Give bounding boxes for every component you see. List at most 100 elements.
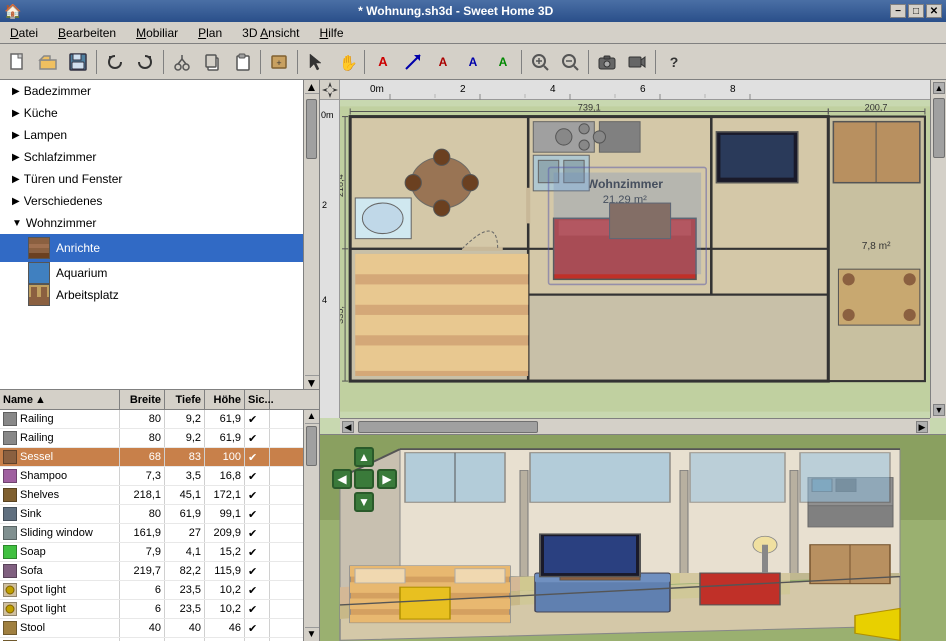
fp-hscrollbar[interactable]: ◀ ▶ [340,418,930,434]
main-area: ▶ Badezimmer ▶ Küche ▶ Lampen ▶ Schlafzi… [0,80,946,641]
redo-button[interactable] [131,48,159,76]
furniture-row[interactable]: Railing 80 9,2 61,9 ✔ [0,429,319,448]
text-blue-a-button[interactable]: A [459,48,487,76]
save-button[interactable] [64,48,92,76]
fp-vscroll-up[interactable]: ▲ [933,82,945,94]
tree-arrow-badezimmer: ▶ [12,86,20,97]
visibility-check: ✔ [248,546,257,559]
cut-button[interactable] [168,48,196,76]
furniture-icon [3,469,17,483]
furniture-row[interactable]: Sliding window 161,9 27 209,9 ✔ [0,524,319,543]
paste-button[interactable] [228,48,256,76]
furniture-row[interactable]: Railing 80 9,2 61,9 ✔ [0,410,319,429]
furniture-icon [3,431,17,445]
ruler-corner [320,80,340,100]
zoom-out-button[interactable] [556,48,584,76]
menu-plan[interactable]: Plan [192,24,228,42]
nav-up[interactable]: ▲ [354,447,374,467]
furniture-row[interactable]: Shampoo 7,3 3,5 16,8 ✔ [0,467,319,486]
add-arrow-button[interactable] [399,48,427,76]
new-button[interactable] [4,48,32,76]
tree-item-wohnzimmer[interactable]: ▼ Wohnzimmer [0,212,319,234]
tree-arrow-wohnzimmer: ▼ [12,218,22,229]
furniture-row[interactable]: Spot light 6 23,5 10,2 ✔ [0,600,319,619]
close-button[interactable]: ✕ [926,4,942,18]
add-text-button[interactable]: A [369,48,397,76]
open-button[interactable] [34,48,62,76]
furniture-name: Shelves [20,489,59,501]
menu-3d-ansicht[interactable]: 3D Ansicht [236,24,305,42]
col-header-sic[interactable]: Sic... [245,390,270,409]
tree-item-kuche[interactable]: ▶ Küche [0,102,319,124]
svg-text:7,8 m²: 7,8 m² [862,241,891,252]
furniture-list-header: Name ▲ Breite Tiefe Höhe Sic... [0,390,319,410]
hand-tool[interactable]: ✋ [332,48,360,76]
furn-scroll-down[interactable]: ▼ [305,627,319,641]
furniture-row[interactable]: Sofa 219,7 82,2 115,9 ✔ [0,562,319,581]
menu-mobiliar[interactable]: Mobiliar [130,24,184,42]
copy-button[interactable] [198,48,226,76]
col-header-name[interactable]: Name ▲ [0,390,120,409]
tree-item-lampen[interactable]: ▶ Lampen [0,124,319,146]
minimize-button[interactable]: − [890,4,906,18]
furniture-row[interactable]: Shelves 218,1 45,1 172,1 ✔ [0,486,319,505]
nav-down[interactable]: ▼ [354,492,374,512]
tree-item-aquarium[interactable]: Aquarium [0,262,319,284]
furniture-icon [3,507,17,521]
text-label-a-button[interactable]: A [429,48,457,76]
nav-right[interactable]: ▶ [377,469,397,489]
fp-hscroll-thumb[interactable] [358,421,538,433]
nav-left[interactable]: ◀ [332,469,352,489]
camera-button[interactable] [593,48,621,76]
furn-scroll-up[interactable]: ▲ [305,410,319,424]
menu-bearbeiten[interactable]: Bearbeiten [52,24,122,42]
furniture-list-body: Railing 80 9,2 61,9 ✔ Railing 80 9,2 61,… [0,410,319,641]
floor-plan-view[interactable]: 0m 2 4 6 8 0 [320,80,946,435]
tree-label-verschiedenes: Verschiedenes [24,194,103,208]
menu-datei[interactable]: Datei [4,24,44,42]
tree-item-badezimmer[interactable]: ▶ Badezimmer [0,80,319,102]
undo-button[interactable] [101,48,129,76]
tree-item-schlafzimmer[interactable]: ▶ Schlafzimmer [0,146,319,168]
furniture-row[interactable]: Sessel 68 83 100 ✔ [0,448,319,467]
visibility-check: ✔ [248,413,257,426]
select-tool[interactable] [302,48,330,76]
fp-vscrollbar[interactable]: ▲ ▼ [930,80,946,418]
tree-label-kuche: Küche [24,106,58,120]
tree-scrollbar[interactable]: ▲ ▼ [303,80,319,389]
zoom-in-button[interactable] [526,48,554,76]
col-header-hohe[interactable]: Höhe [205,390,245,409]
furniture-row[interactable]: Sink 80 61,9 99,1 ✔ [0,505,319,524]
fp-vscroll-thumb[interactable] [933,98,945,158]
tree-item-turen[interactable]: ▶ Türen und Fenster [0,168,319,190]
furniture-rows-container: Railing 80 9,2 61,9 ✔ Railing 80 9,2 61,… [0,410,319,641]
tree-item-verschiedenes[interactable]: ▶ Verschiedenes [0,190,319,212]
fp-hscroll-right[interactable]: ▶ [916,421,928,433]
video-button[interactable] [623,48,651,76]
help-button[interactable]: ? [660,48,688,76]
tree-arrow-verschiedenes: ▶ [12,196,20,207]
tree-label-anrichte: Anrichte [56,241,100,255]
tree-scroll-down[interactable]: ▼ [305,375,319,389]
furniture-icon [3,545,17,559]
view-3d[interactable]: ▲ ▼ ◀ ▶ [320,435,946,641]
sort-arrow: ▲ [35,394,46,406]
tree-item-anrichte[interactable]: Anrichte [0,234,319,262]
col-header-breite[interactable]: Breite [120,390,165,409]
furniture-row[interactable]: Stool 40 40 46 ✔ [0,619,319,638]
furniture-scrollbar[interactable]: ▲ ▼ [303,410,319,641]
col-header-tiefe[interactable]: Tiefe [165,390,205,409]
furniture-icon [3,526,17,540]
text-green-a-button[interactable]: A [489,48,517,76]
maximize-button[interactable]: □ [908,4,924,18]
svg-text:200,7: 200,7 [865,102,888,112]
furniture-row[interactable]: Soap 7,9 4,1 15,2 ✔ [0,543,319,562]
tree-scroll-up[interactable]: ▲ [305,80,319,94]
menu-hilfe[interactable]: Hilfe [314,24,350,42]
fp-hscroll-left[interactable]: ◀ [342,421,354,433]
furniture-categories-tree: ▶ Badezimmer ▶ Küche ▶ Lampen ▶ Schlafzi… [0,80,319,390]
furniture-row[interactable]: Spot light 6 23,5 10,2 ✔ [0,581,319,600]
import-furniture-button[interactable]: + [265,48,293,76]
fp-vscroll-down[interactable]: ▼ [933,404,945,416]
tree-item-arbeitsplatz[interactable]: Arbeitsplatz [0,284,319,306]
